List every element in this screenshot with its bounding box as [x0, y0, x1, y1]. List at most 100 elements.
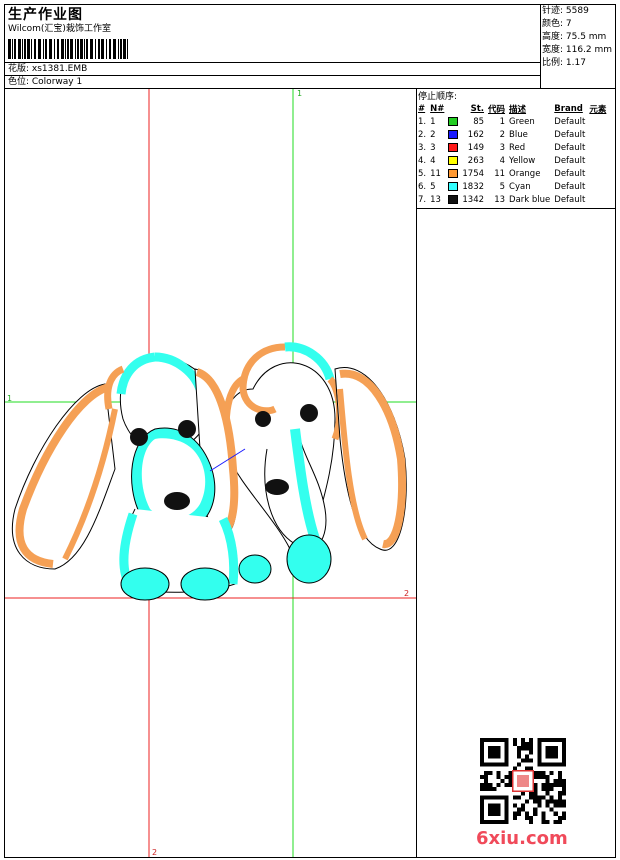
color-description: Red	[509, 142, 526, 153]
stitch-count: 1342	[462, 194, 485, 205]
color-description: Green	[509, 116, 535, 127]
table-row: 1. 1 85 1 Green Default	[416, 115, 608, 128]
swatch-icon	[448, 116, 459, 126]
eye-icon	[255, 411, 271, 427]
row-index: 6.	[418, 181, 427, 192]
brand: Default	[554, 155, 586, 166]
studio-name: Wilcom(汇宝)栽饰工作室	[8, 24, 111, 34]
needle-number: 11	[430, 168, 441, 179]
row-index: 7.	[418, 194, 427, 205]
color-code: 13	[494, 194, 506, 205]
qr-code	[480, 738, 566, 824]
element	[587, 180, 608, 193]
color-swatch	[446, 141, 460, 154]
color-description: Cyan	[509, 181, 531, 192]
col-header: 描述	[509, 104, 527, 115]
stitch-count: 1754	[462, 168, 485, 179]
stats-divider	[540, 4, 541, 88]
stat-width: 宽度: 116.2 mm	[542, 45, 613, 55]
color-swatch	[446, 115, 460, 128]
element	[587, 115, 608, 128]
row-index: 2.	[418, 129, 427, 140]
row-index: 1.	[418, 116, 427, 127]
eye-icon	[130, 428, 148, 446]
table-header-row: # N# St. 代码 描述 Brand 元素	[416, 102, 608, 115]
colorway-bottom-line	[416, 208, 616, 209]
colorway-label: 色位: Colorway 1	[8, 77, 83, 87]
color-code: 5	[499, 181, 506, 192]
element	[587, 193, 608, 206]
needle-number: 5	[430, 181, 436, 192]
swatch-icon	[448, 181, 459, 191]
element	[587, 128, 608, 141]
element	[587, 141, 608, 154]
color-swatch	[446, 167, 460, 180]
table-row: 6. 5 1832 5 Cyan Default	[416, 180, 608, 193]
color-description: Blue	[509, 129, 528, 140]
color-swatch	[446, 180, 460, 193]
swatch-icon	[448, 155, 459, 165]
color-swatch	[446, 193, 460, 206]
stop-sequence-title: 停止顺序:	[418, 92, 458, 102]
brand: Default	[554, 194, 586, 205]
stat-scale: 比例: 1.17	[542, 58, 586, 68]
row-index: 5.	[418, 168, 427, 179]
guide-marker: 2	[152, 848, 158, 857]
needle-number: 3	[430, 142, 436, 153]
element	[587, 167, 608, 180]
needle-number: 1	[430, 116, 436, 127]
color-code: 1	[499, 116, 506, 127]
color-sequence-table: # N# St. 代码 描述 Brand 元素 1. 1 85 1 Green Defau…	[416, 102, 608, 206]
eye-icon	[178, 420, 196, 438]
swatch-icon	[448, 129, 459, 139]
col-header: St.	[470, 103, 485, 114]
color-description: Orange	[509, 168, 541, 179]
color-code: 3	[499, 142, 506, 153]
guide-marker: 1	[7, 394, 13, 403]
stitch-count: 85	[473, 116, 485, 127]
col-header: N#	[430, 103, 445, 114]
nose-icon	[265, 479, 289, 495]
design-file-label: 花版: xs1381.EMB	[8, 64, 88, 74]
element	[587, 154, 608, 167]
table-row: 3. 3 149 3 Red Default	[416, 141, 608, 154]
needle-number: 13	[430, 194, 441, 205]
page-title: 生产作业图	[8, 7, 83, 23]
stat-colors: 颜色: 7	[542, 19, 572, 29]
row-index: 4.	[418, 155, 427, 166]
color-code: 11	[494, 168, 506, 179]
eye-icon	[300, 404, 318, 422]
col-header: Brand	[554, 103, 583, 114]
table-row: 4. 4 263 4 Yellow Default	[416, 154, 608, 167]
header-subline	[4, 62, 540, 63]
stitch-count: 162	[467, 129, 485, 140]
stat-stitches: 针迹: 5589	[542, 6, 589, 16]
swatch-icon	[448, 194, 459, 204]
color-code: 4	[499, 155, 506, 166]
table-row: 5. 11 1754 11 Orange Default	[416, 167, 608, 180]
puppy-left	[11, 352, 246, 601]
guide-marker: 2	[404, 589, 410, 598]
col-header	[446, 102, 460, 115]
guide-marker: 1	[297, 89, 303, 98]
color-description: Dark blue	[509, 194, 551, 205]
swatch-icon	[448, 142, 459, 152]
header-subline-2	[4, 75, 540, 76]
color-code: 2	[499, 129, 506, 140]
embroidery-preview	[5, 89, 416, 857]
brand: Default	[554, 142, 586, 153]
table-row: 7. 13 1342 13 Dark blue Default	[416, 193, 608, 206]
needle-number: 2	[430, 129, 436, 140]
color-swatch	[446, 154, 460, 167]
row-index: 3.	[418, 142, 427, 153]
color-description: Yellow	[509, 155, 536, 166]
swatch-icon	[448, 168, 459, 178]
stitch-count: 149	[467, 142, 485, 153]
design-stats: 针迹: 5589 颜色: 7 高度: 75.5 mm 宽度: 116.2 mm …	[542, 5, 612, 70]
needle-number: 4	[430, 155, 436, 166]
col-header: 代码	[488, 104, 506, 115]
col-header: #	[418, 103, 426, 114]
col-header: 元素	[589, 104, 607, 115]
puppy-right	[222, 342, 407, 584]
brand: Default	[554, 181, 586, 192]
